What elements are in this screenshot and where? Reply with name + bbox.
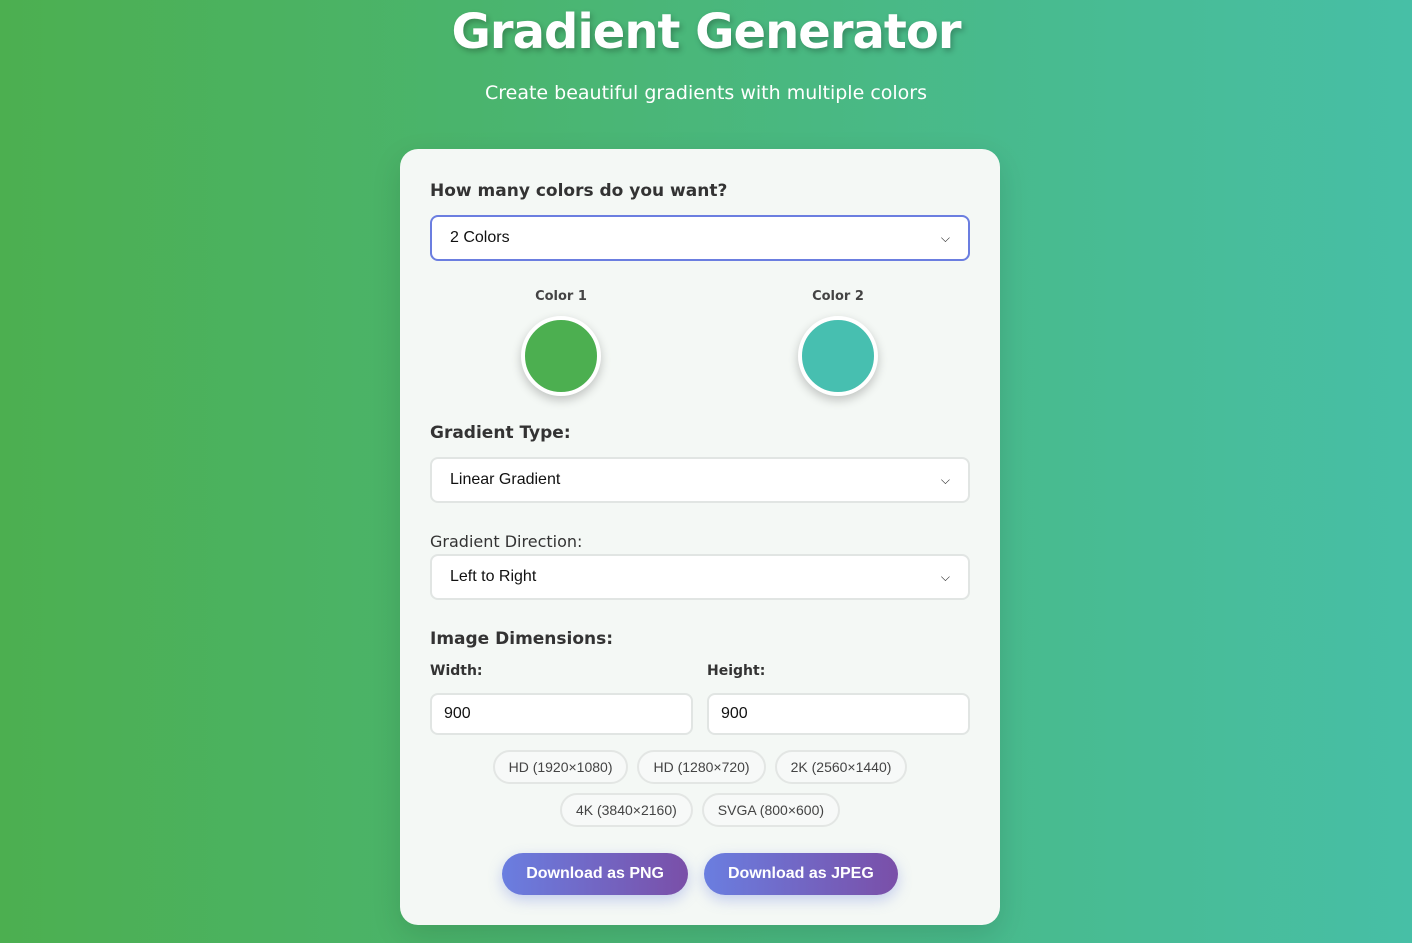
chevron-down-icon: ⌵ (940, 230, 950, 245)
gradient-type-select[interactable]: Linear Gradient ⌵ (430, 457, 970, 503)
chevron-down-icon: ⌵ (940, 569, 950, 584)
height-input[interactable]: 900 (707, 693, 970, 735)
color-2-picker[interactable] (798, 316, 878, 396)
page-title: Gradient Generator (451, 4, 962, 60)
preset-4k-button[interactable]: 4K (3840×2160) (559, 793, 693, 827)
width-input[interactable]: 900 (430, 693, 693, 735)
gradient-direction-label: Gradient Direction: (430, 532, 583, 551)
color-1-group: Color 1 (521, 289, 601, 396)
gradient-type-label: Gradient Type: (430, 423, 571, 443)
chevron-down-icon: ⌵ (940, 472, 950, 487)
preset-2k-button[interactable]: 2K (2560×1440) (774, 750, 908, 784)
color-count-select[interactable]: 2 Colors ⌵ (430, 215, 970, 261)
image-dimensions-label: Image Dimensions: (430, 629, 614, 649)
color-2-label: Color 2 (812, 289, 864, 304)
dimension-presets: HD (1920×1080) HD (1280×720) 2K (2560×14… (430, 750, 970, 827)
color-count-value: 2 Colors (450, 229, 510, 246)
download-jpeg-button[interactable]: Download as JPEG (703, 853, 898, 895)
gradient-type-value: Linear Gradient (450, 471, 561, 488)
color-1-label: Color 1 (535, 289, 587, 304)
height-label: Height: (707, 663, 766, 679)
width-label: Width: (430, 663, 483, 679)
page-subtitle: Create beautiful gradients with multiple… (484, 82, 928, 104)
preset-hd-720-button[interactable]: HD (1280×720) (637, 750, 766, 784)
download-png-button[interactable]: Download as PNG (502, 853, 688, 895)
gradient-direction-select[interactable]: Left to Right ⌵ (430, 554, 970, 600)
download-buttons: Download as PNG Download as JPEG (400, 853, 1000, 895)
preset-svga-button[interactable]: SVGA (800×600) (701, 793, 841, 827)
color-1-picker[interactable] (521, 316, 601, 396)
preset-hd-1080-button[interactable]: HD (1920×1080) (492, 750, 629, 784)
generator-card: How many colors do you want? 2 Colors ⌵ … (400, 149, 1000, 925)
color-count-label: How many colors do you want? (430, 181, 728, 201)
color-2-group: Color 2 (798, 289, 878, 396)
gradient-direction-value: Left to Right (450, 568, 537, 585)
